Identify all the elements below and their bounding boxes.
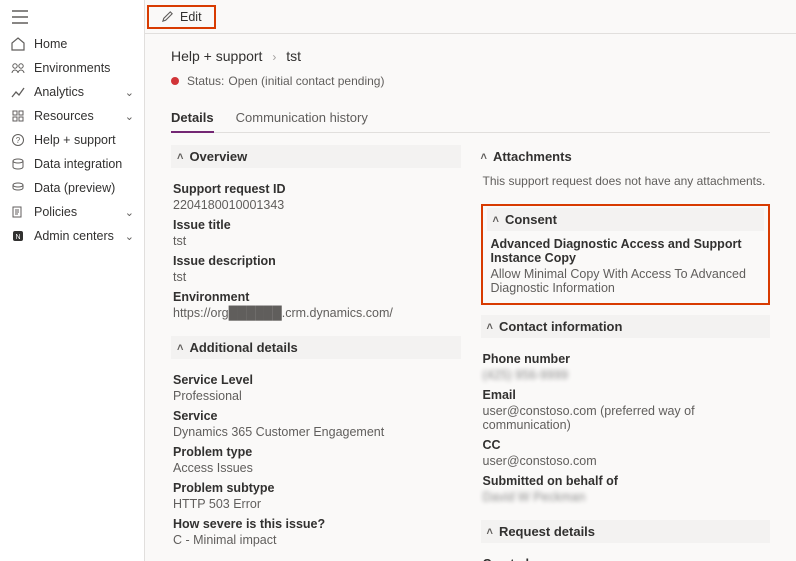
value-issue-title: tst [173,234,459,248]
chevron-down-icon: ⌄ [125,86,134,99]
sidebar-item-label: Environments [34,61,110,75]
value-problem-subtype: HTTP 503 Error [173,497,459,511]
label-phone: Phone number [483,352,769,366]
sidebar-item-data-integration[interactable]: Data integration [0,152,144,176]
sidebar: Home Environments Analytics ⌄ Resources … [0,0,145,561]
section-header-overview[interactable]: ˄ Overview [171,145,461,168]
main: Edit Help + support › tst Status: Open (… [145,0,796,561]
value-phone: (425) 956-9999 [483,368,769,382]
value-problem-type: Access Issues [173,461,459,475]
sidebar-item-policies[interactable]: Policies ⌄ [0,200,144,224]
sidebar-item-admin-centers[interactable]: N Admin centers ⌄ [0,224,144,248]
label-created: Created [483,557,769,561]
breadcrumb-current: tst [286,48,301,64]
svg-text:N: N [15,234,20,241]
label-support-id: Support request ID [173,182,459,196]
home-icon [10,37,26,51]
value-cc: user@constoso.com [483,454,769,468]
chevron-up-icon: ˄ [487,526,493,538]
value-environment: https://org██████.crm.dynamics.com/ [173,306,459,320]
section-attachments: ˄ Attachments This support request does … [481,145,771,194]
sidebar-item-label: Policies [34,205,77,219]
status-label: Status: [187,74,224,88]
toolbar: Edit [145,0,796,34]
hamburger-menu[interactable] [0,6,144,32]
sidebar-item-label: Analytics [34,85,84,99]
label-environment: Environment [173,290,459,304]
label-issue-description: Issue description [173,254,459,268]
analytics-icon [10,85,26,99]
policies-icon [10,205,26,219]
value-email: user@constoso.com (preferred way of comm… [483,404,769,432]
status-row: Status: Open (initial contact pending) [171,74,770,88]
sidebar-item-label: Admin centers [34,229,114,243]
data-integration-icon [10,157,26,171]
sidebar-item-label: Resources [34,109,94,123]
tab-communication-history[interactable]: Communication history [236,106,368,132]
section-header-attachments[interactable]: ˄ Attachments [481,145,771,168]
sidebar-item-label: Data integration [34,157,122,171]
label-service-level: Service Level [173,373,459,387]
resources-icon [10,109,26,123]
sidebar-item-analytics[interactable]: Analytics ⌄ [0,80,144,104]
value-service: Dynamics 365 Customer Engagement [173,425,459,439]
sidebar-item-home[interactable]: Home [0,32,144,56]
label-service: Service [173,409,459,423]
label-problem-subtype: Problem subtype [173,481,459,495]
chevron-down-icon: ⌄ [125,110,134,123]
status-value: Open (initial contact pending) [228,74,384,88]
chevron-up-icon: ˄ [177,151,183,163]
label-issue-title: Issue title [173,218,459,232]
chevron-up-icon: ˄ [493,214,499,226]
sidebar-item-label: Home [34,37,67,51]
chevron-down-icon: ⌄ [125,206,134,219]
chevron-up-icon: ˄ [481,151,487,163]
breadcrumb: Help + support › tst [171,48,770,64]
help-icon: ? [10,133,26,147]
chevron-up-icon: ˄ [487,321,493,333]
svg-text:?: ? [16,136,21,145]
edit-label: Edit [180,10,202,24]
section-additional-details: ˄ Additional details Service Level Profe… [171,336,461,553]
data-preview-icon [10,181,26,195]
chevron-up-icon: ˄ [177,342,183,354]
chevron-down-icon: ⌄ [125,230,134,243]
section-header-request[interactable]: ˄ Request details [481,520,771,543]
edit-button[interactable]: Edit [147,5,216,29]
tab-details[interactable]: Details [171,106,214,133]
label-cc: CC [483,438,769,452]
value-issue-description: tst [173,270,459,284]
pencil-icon [161,10,174,23]
environments-icon [10,61,26,75]
label-email: Email [483,388,769,402]
section-header-additional[interactable]: ˄ Additional details [171,336,461,359]
consent-heading: Advanced Diagnostic Access and Support I… [487,231,765,267]
sidebar-item-environments[interactable]: Environments [0,56,144,80]
section-header-consent[interactable]: ˄ Consent [487,208,765,231]
section-overview: ˄ Overview Support request ID 2204180010… [171,145,461,326]
value-behalf: David W Peckman [483,490,769,504]
chevron-right-icon: › [266,50,282,64]
sidebar-item-data-preview[interactable]: Data (preview) [0,176,144,200]
sidebar-item-label: Data (preview) [34,181,115,195]
section-contact: ˄ Contact information Phone number (425)… [481,315,771,510]
sidebar-item-resources[interactable]: Resources ⌄ [0,104,144,128]
section-request-details: ˄ Request details Created 04/18/2022 10:… [481,520,771,561]
section-consent: ˄ Consent Advanced Diagnostic Access and… [481,204,771,305]
breadcrumb-parent[interactable]: Help + support [171,48,262,64]
value-severity: C - Minimal impact [173,533,459,547]
sidebar-item-label: Help + support [34,133,116,147]
section-header-contact[interactable]: ˄ Contact information [481,315,771,338]
tabs: Details Communication history [171,106,770,133]
value-support-id: 2204180010001343 [173,198,459,212]
admin-centers-icon: N [10,229,26,243]
sidebar-item-help-support[interactable]: ? Help + support [0,128,144,152]
label-problem-type: Problem type [173,445,459,459]
attachments-empty: This support request does not have any a… [481,168,771,194]
label-behalf: Submitted on behalf of [483,474,769,488]
status-indicator-icon [171,77,179,85]
value-service-level: Professional [173,389,459,403]
label-severity: How severe is this issue? [173,517,459,531]
consent-text: Allow Minimal Copy With Access To Advanc… [487,267,765,295]
